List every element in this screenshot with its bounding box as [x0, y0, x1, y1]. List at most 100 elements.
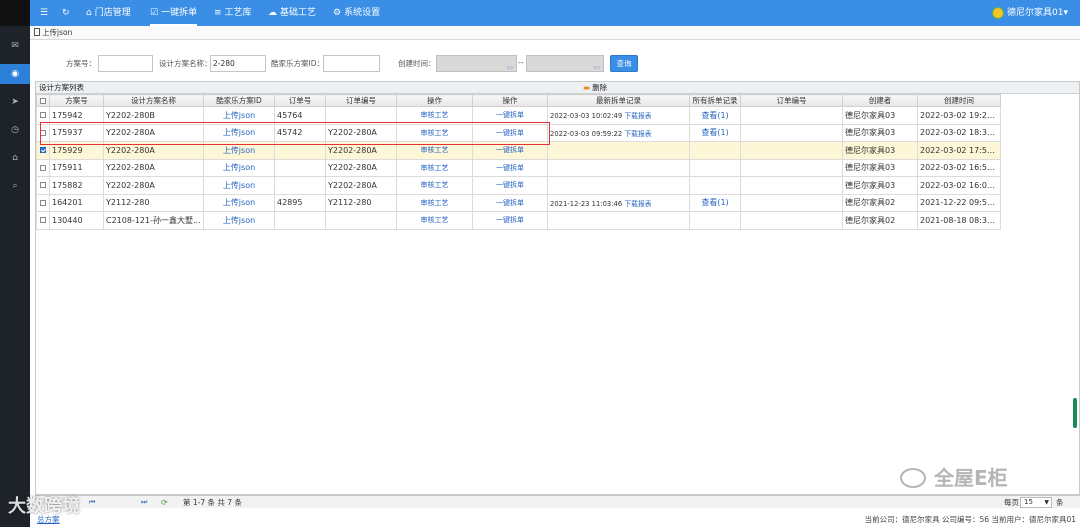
one-click-split-link[interactable]: 一键拆单 — [472, 193, 548, 212]
delete-button[interactable]: ▬ 删除 — [583, 82, 607, 94]
nav-label: 工艺库 — [224, 8, 252, 18]
table-row[interactable]: 175911 Y2202-280A 上传json Y2202-280A 审核工艺 一键拆单… — [36, 158, 1001, 177]
calendar-icon: ▭ — [593, 63, 600, 71]
nav-craft-library[interactable]: ≡ 工艺库 — [214, 0, 252, 26]
watermark-brand: 大数跨境 — [8, 492, 80, 518]
order-code2-cell — [740, 123, 843, 142]
table-row[interactable]: 175942 Y2202-280B 上传json 45764 审核工艺 一键拆单 2022-… — [36, 106, 1001, 125]
review-craft-link[interactable]: 审核工艺 — [396, 176, 473, 195]
table-row[interactable]: 164201 Y2112-280 上传json 42895 Y2112-280 审核工艺一… — [36, 193, 1001, 212]
nav-system-settings[interactable]: ⚙ 系统设置 — [333, 0, 380, 26]
one-click-split-link[interactable]: 一键拆单 — [472, 211, 548, 230]
upload-json-link[interactable]: 上传json — [203, 176, 275, 195]
upload-json-link[interactable]: 上传json — [203, 123, 275, 142]
kujiale-id-input[interactable] — [323, 55, 380, 72]
download-report-link[interactable]: 下载报表 — [624, 130, 651, 138]
creator-cell: 德尼尔家具03 — [842, 176, 918, 195]
first-page-icon[interactable]: ⏮ — [89, 498, 95, 507]
page-size-select[interactable]: 15 ▼ — [1020, 497, 1052, 508]
one-click-split-link[interactable]: 一键拆单 — [472, 158, 548, 177]
row-checkbox[interactable] — [36, 211, 50, 230]
delete-label: 删除 — [592, 83, 608, 92]
refresh-icon[interactable]: ⟳ — [161, 498, 168, 507]
row-checkbox[interactable] — [36, 141, 50, 160]
row-checkbox[interactable] — [36, 158, 50, 177]
view-all-splits-link[interactable] — [689, 176, 741, 195]
review-craft-link[interactable]: 审核工艺 — [396, 141, 473, 160]
order-no-cell — [274, 211, 326, 230]
view-all-splits-link[interactable]: 查看(1) — [689, 193, 741, 212]
mail-icon[interactable]: ✉ — [0, 36, 30, 56]
kujiale-id-label: 酷家乐方案ID： — [271, 59, 324, 68]
plan-no-input[interactable] — [98, 55, 153, 72]
latest-split-time: 2021-12-23 11:03:46 — [550, 199, 623, 208]
upload-json-link[interactable]: 上传json — [203, 193, 275, 212]
page-size-label: 每页 — [1004, 498, 1019, 507]
row-checkbox[interactable] — [36, 176, 50, 195]
row-checkbox[interactable] — [36, 193, 50, 212]
created-time-cell: 2021-08-18 08:32... — [917, 211, 1001, 230]
user-menu[interactable]: 德尼尔家具01▾ — [992, 0, 1068, 26]
send-icon[interactable]: ➤ — [0, 92, 30, 112]
table-row[interactable]: 130440 C2108-121-孙一鑫大墅... 上传json 审核工艺 一键拆单 德… — [36, 211, 1001, 230]
review-craft-link[interactable]: 审核工艺 — [396, 123, 473, 142]
plan-no-cell: 175942 — [49, 106, 104, 125]
view-all-splits-link[interactable]: 查看(1) — [689, 123, 741, 142]
document-icon — [34, 28, 40, 36]
review-craft-link[interactable]: 审核工艺 — [396, 158, 473, 177]
view-all-splits-link[interactable] — [689, 158, 741, 177]
nav-store-management[interactable]: ⌂ 门店管理 — [86, 0, 131, 26]
tab-strip: 上传json — [30, 26, 1080, 40]
upload-json-link[interactable]: 上传json — [203, 211, 275, 230]
order-no-cell — [274, 141, 326, 160]
select-all-checkbox[interactable] — [36, 94, 50, 107]
latest-split-cell — [547, 158, 690, 177]
plan-name-input[interactable] — [210, 55, 266, 72]
search-icon[interactable]: ⌕ — [0, 176, 30, 196]
nav-basic-craft[interactable]: ☁ 基础工艺 — [268, 0, 316, 26]
order-code2-cell — [740, 141, 843, 160]
wifi-icon[interactable]: ◉ — [0, 64, 30, 84]
tab-upload-json[interactable]: 上传json — [34, 27, 72, 39]
created-start-date[interactable]: ▭ — [436, 55, 517, 72]
download-report-link[interactable]: 下载报表 — [624, 112, 651, 120]
clock-icon[interactable]: ◷ — [0, 120, 30, 140]
plan-name-cell: Y2202-280A — [103, 123, 204, 142]
view-all-splits-link[interactable] — [689, 211, 741, 230]
download-report-link[interactable]: 下载报表 — [624, 200, 651, 208]
upload-json-link[interactable]: 上传json — [203, 141, 275, 160]
last-page-icon[interactable]: ⏭ — [141, 498, 147, 507]
col-header: 创建者 — [842, 94, 918, 107]
creator-cell: 德尼尔家具03 — [842, 123, 918, 142]
order-no-cell: 45742 — [274, 123, 326, 142]
grid-title: 设计方案列表 — [39, 83, 84, 92]
one-click-split-link[interactable]: 一键拆单 — [472, 123, 548, 142]
view-all-splits-link[interactable] — [689, 141, 741, 160]
plan-name-cell: Y2202-280A — [103, 176, 204, 195]
one-click-split-link[interactable]: 一键拆单 — [472, 106, 548, 125]
nav-label: 系统设置 — [344, 8, 381, 18]
view-all-splits-link[interactable]: 查看(1) — [689, 106, 741, 125]
refresh-button[interactable]: ↻ — [62, 0, 73, 26]
menu-toggle-button[interactable]: ☰ — [40, 0, 51, 26]
query-button[interactable]: 查询 — [610, 55, 638, 72]
table-row[interactable]: 175929 Y2202-280A 上传json Y2202-280A 审核工艺 一键拆单… — [36, 141, 1001, 160]
pagination-bar: ⏮ ⏭ ⟳ 第 1-7 条 共 7 条 每页 15 ▼ 条 — [35, 495, 1080, 508]
table-row[interactable]: 175937 Y2202-280A 上传json 45742 Y2202-280A 审核工… — [36, 123, 1001, 142]
upload-json-link[interactable]: 上传json — [203, 106, 275, 125]
review-craft-link[interactable]: 审核工艺 — [396, 106, 473, 125]
created-time-cell: 2022-03-02 17:50... — [917, 141, 1001, 160]
row-checkbox[interactable] — [36, 123, 50, 142]
scroll-indicator[interactable] — [1073, 398, 1077, 428]
one-click-split-link[interactable]: 一键拆单 — [472, 141, 548, 160]
table-row[interactable]: 175882 Y2202-280A 上传json Y2202-280A 审核工艺 一键拆单… — [36, 176, 1001, 195]
row-checkbox[interactable] — [36, 106, 50, 125]
bank-icon[interactable]: ⌂ — [0, 148, 30, 168]
order-code2-cell — [740, 158, 843, 177]
nav-one-click-split[interactable]: ☑ 一键拆单 — [150, 0, 198, 26]
one-click-split-link[interactable]: 一键拆单 — [472, 176, 548, 195]
created-end-date[interactable]: ▭ — [526, 55, 604, 72]
review-craft-link[interactable]: 审核工艺 — [396, 211, 473, 230]
review-craft-link[interactable]: 审核工艺 — [396, 193, 473, 212]
upload-json-link[interactable]: 上传json — [203, 158, 275, 177]
